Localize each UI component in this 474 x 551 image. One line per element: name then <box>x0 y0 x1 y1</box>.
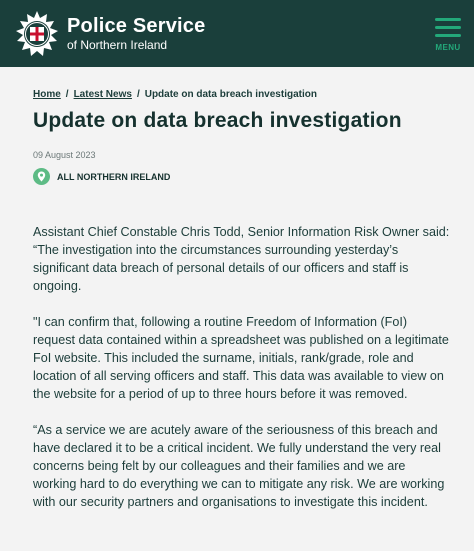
menu-button[interactable]: MENU <box>430 16 466 52</box>
menu-label: MENU <box>435 42 461 52</box>
breadcrumb-separator: / <box>65 89 69 100</box>
article-date: 09 August 2023 <box>33 150 96 160</box>
breadcrumb: Home / Latest News / Update on data brea… <box>33 89 452 100</box>
site-subtitle: of Northern Ireland <box>67 38 168 52</box>
breadcrumb-home-link[interactable]: Home <box>33 89 61 100</box>
psni-crest-icon <box>16 10 58 56</box>
breadcrumb-latest-news-link[interactable]: Latest News <box>74 89 132 100</box>
hamburger-icon <box>435 18 461 21</box>
article-paragraph: “As a service we are acutely aware of th… <box>33 423 445 509</box>
breadcrumb-current: Update on data breach investigation <box>144 89 317 100</box>
article-body: Assistant Chief Constable Chris Todd, Se… <box>33 223 452 511</box>
main-content: Home / Latest News / Update on data brea… <box>0 67 474 511</box>
site-header: Police Service of Northern Ireland MENU <box>0 0 474 67</box>
article-paragraph: "I can confirm that, following a routine… <box>33 315 449 401</box>
page-title: Update on data breach investigation <box>33 109 402 132</box>
article-paragraph: Assistant Chief Constable Chris Todd, Se… <box>33 225 450 293</box>
brand-logo-link[interactable]: Police Service of Northern Ireland <box>13 10 205 58</box>
site-title: Police Service <box>67 15 206 37</box>
breadcrumb-separator: / <box>136 89 140 100</box>
region-tag: ALL NORTHERN IRELAND <box>33 168 452 185</box>
location-pin-icon <box>33 168 50 185</box>
region-label: ALL NORTHERN IRELAND <box>57 171 171 182</box>
